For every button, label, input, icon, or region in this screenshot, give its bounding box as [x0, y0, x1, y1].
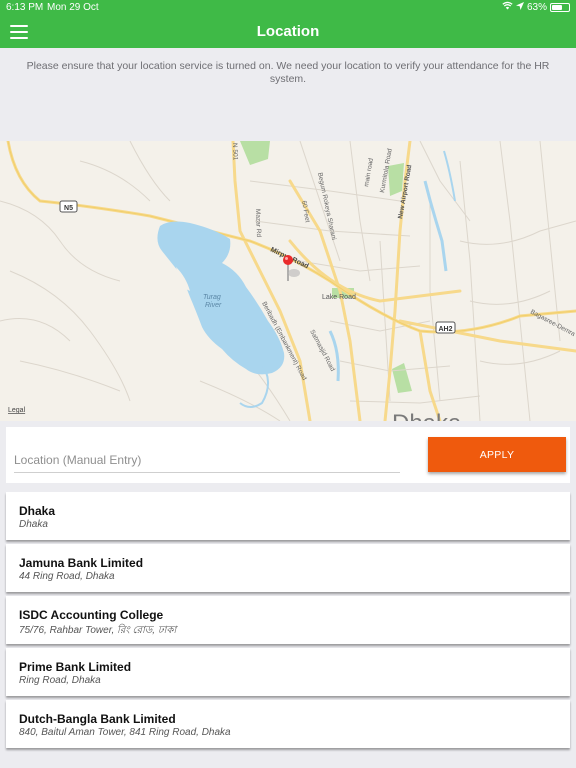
manual-entry-card: APPLY — [6, 427, 570, 483]
map-canvas[interactable]: N5 AH2 Mirpur Road Lake Road Turag River… — [0, 141, 576, 421]
list-item[interactable]: Prime Bank Limited Ring Road, Dhaka — [6, 648, 570, 696]
list-item[interactable]: Dhaka Dhaka — [6, 492, 570, 540]
status-bar: 6:13 PM Mon 29 Oct 63% — [0, 0, 576, 16]
status-time: 6:13 PM — [6, 2, 44, 13]
result-address: Ring Road, Dhaka — [19, 675, 101, 686]
battery-fill — [552, 4, 563, 10]
result-name: Prime Bank Limited — [19, 660, 132, 674]
n501-label: N 501 — [231, 143, 239, 161]
list-item[interactable]: Jamuna Bank Limited 44 Ring Road, Dhaka — [6, 544, 570, 592]
result-address: 44 Ring Road, Dhaka — [19, 571, 115, 582]
legal-link[interactable]: Legal — [8, 407, 26, 414]
map-view[interactable]: N5 AH2 Mirpur Road Lake Road Turag River… — [0, 141, 576, 421]
status-right: 63% — [502, 1, 570, 13]
page-title: Location — [256, 23, 320, 40]
ah2-label: AH2 — [438, 326, 452, 333]
n5-label: N5 — [64, 205, 73, 212]
mazar-label: Mazar Rd — [254, 209, 262, 238]
result-name: Dutch-Bangla Bank Limited — [19, 712, 176, 726]
navbar: Location — [0, 16, 576, 48]
n5-shield: N5 — [59, 200, 78, 213]
river-label: River — [205, 302, 222, 309]
location-notice: Please ensure that your location service… — [0, 48, 576, 141]
location-input[interactable] — [14, 447, 400, 473]
battery-percent: 63% — [526, 1, 547, 13]
wifi-icon — [502, 1, 513, 13]
result-name: Jamuna Bank Limited — [19, 556, 144, 570]
location-arrow-icon — [515, 1, 524, 13]
turag-label: Turag — [203, 294, 221, 301]
battery-icon — [550, 2, 570, 12]
list-item[interactable]: Dutch-Bangla Bank Limited 840, Baitul Am… — [6, 700, 570, 748]
list-item[interactable]: ISDC Accounting College 75/76, Rahbar To… — [6, 596, 570, 644]
notice-text: Please ensure that your location service… — [26, 60, 550, 85]
result-name: Dhaka — [19, 504, 56, 518]
status-date: Mon 29 Oct — [47, 2, 99, 13]
ah2-shield: AH2 — [435, 321, 456, 334]
result-name: ISDC Accounting College — [19, 608, 164, 622]
lake-road-label: Lake Road — [322, 294, 356, 301]
result-address: 840, Baitul Aman Tower, 841 Ring Road, D… — [19, 727, 231, 738]
apply-button[interactable]: APPLY — [428, 437, 566, 472]
dhaka-map-label: Dhaka — [392, 410, 462, 421]
location-results-list: Dhaka Dhaka Jamuna Bank Limited 44 Ring … — [6, 492, 570, 752]
result-address: 75/76, Rahbar Tower, রিং রোড, ঢাকা — [19, 625, 177, 636]
result-address: Dhaka — [19, 519, 48, 530]
